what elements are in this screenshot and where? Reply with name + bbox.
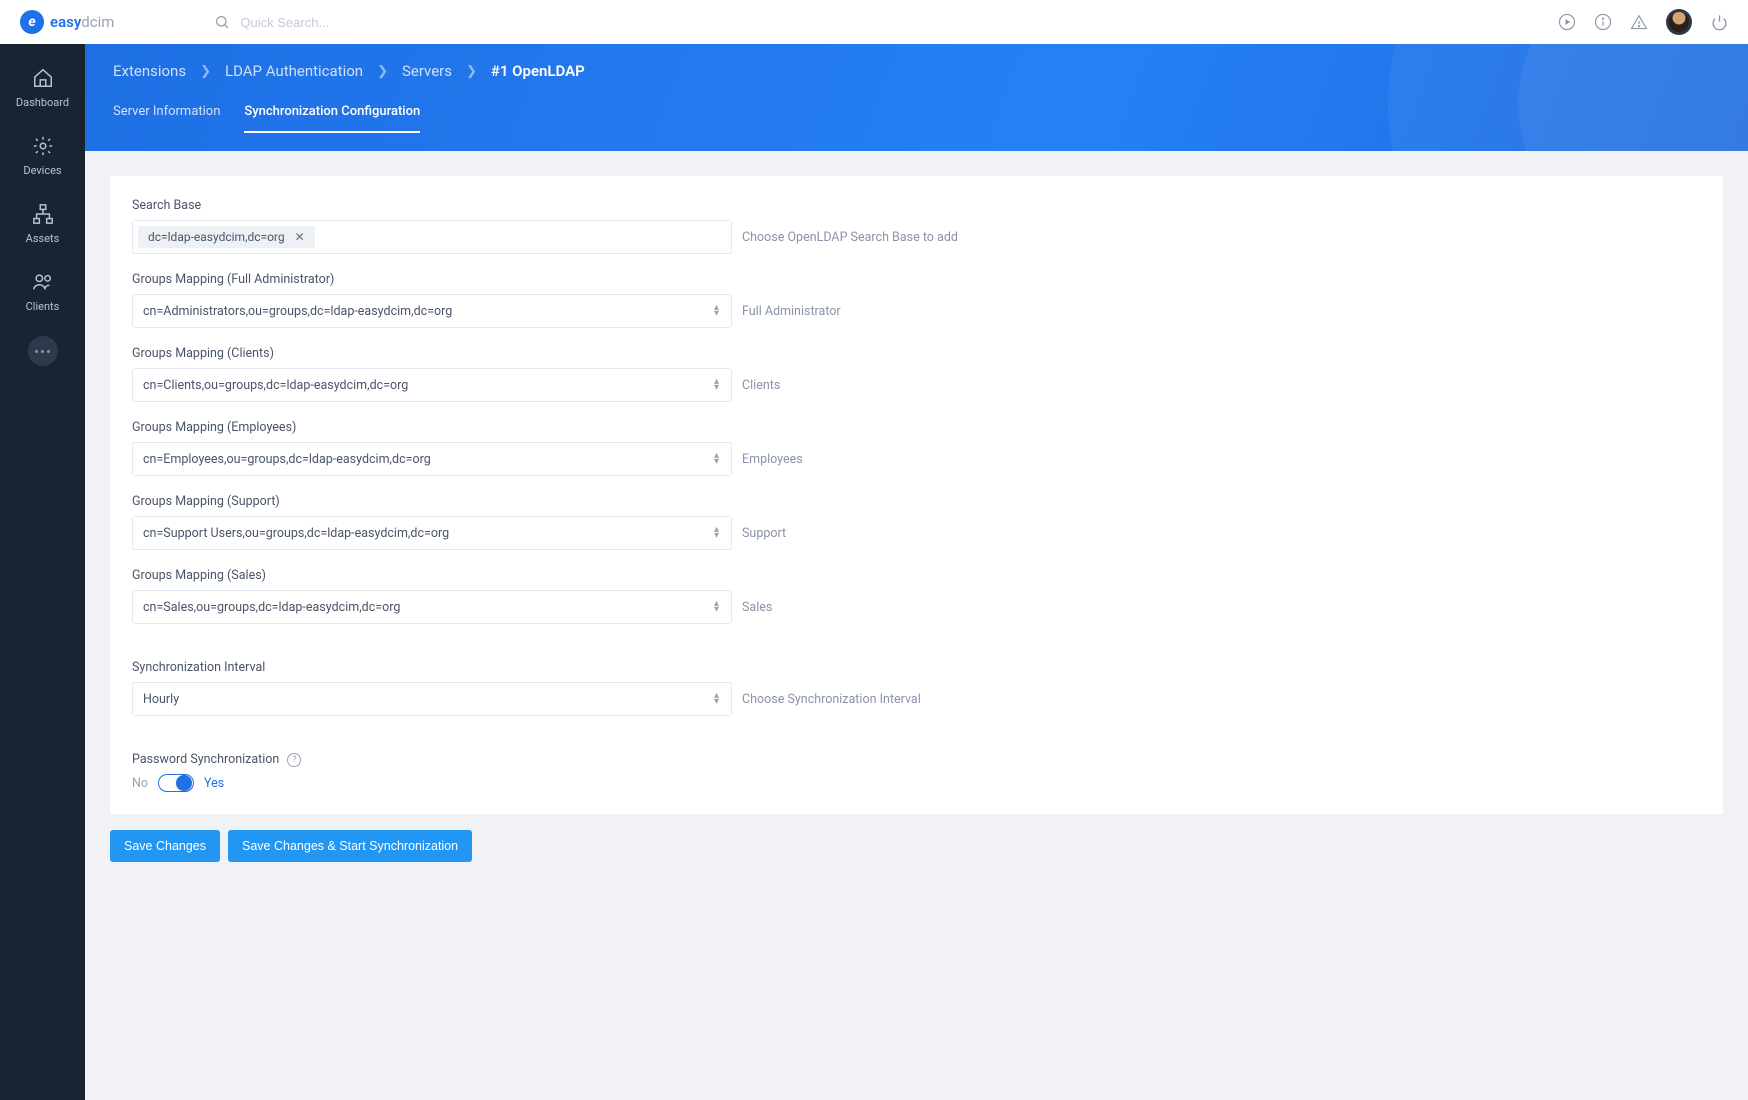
group-mapping-help: Employees [742,452,803,476]
sidebar-item-label: Devices [23,164,61,177]
gear-icon [32,135,54,157]
tab-server-information[interactable]: Server Information [113,104,220,133]
interval-label: Synchronization Interval [132,660,732,675]
caret-icon [714,601,719,613]
form-panel: Search Base dc=ldap-easydcim,dc=org ✕ Ch… [110,176,1723,814]
group-mapping-select[interactable]: cn=Administrators,ou=groups,dc=ldap-easy… [132,294,732,328]
search-wrap [214,14,540,30]
topbar: e easydcim [0,0,1748,44]
save-button[interactable]: Save Changes [110,830,220,862]
page-header: Extensions ❯ LDAP Authentication ❯ Serve… [85,44,1748,151]
tag-text: dc=ldap-easydcim,dc=org [148,230,285,244]
sidebar-item-devices[interactable]: Devices [0,122,85,190]
caret-icon [714,693,719,705]
sidebar-item-label: Assets [26,232,60,245]
tab-synchronization-configuration[interactable]: Synchronization Configuration [244,104,420,133]
group-mapping-label: Groups Mapping (Support) [132,494,732,509]
network-icon [32,203,54,225]
caret-icon [714,453,719,465]
content-area: Search Base dc=ldap-easydcim,dc=org ✕ Ch… [85,151,1748,1100]
password-sync-toggle[interactable] [158,774,194,792]
interval-value: Hourly [143,692,179,707]
sidebar-item-label: Clients [26,300,60,313]
logo[interactable]: e easydcim [20,10,114,34]
group-mapping-help: Full Administrator [742,304,841,328]
group-mapping-label: Groups Mapping (Clients) [132,346,732,361]
group-mapping-select[interactable]: cn=Sales,ou=groups,dc=ldap-easydcim,dc=o… [132,590,732,624]
group-mapping-help: Clients [742,378,780,402]
topbar-actions [1558,9,1728,35]
toggle-no-label: No [132,776,148,791]
search-base-label: Search Base [132,198,732,213]
group-mapping-value: cn=Employees,ou=groups,dc=ldap-easydcim,… [143,452,431,467]
users-icon [32,271,54,293]
caret-icon [714,527,719,539]
breadcrumb-item[interactable]: Extensions [113,62,186,80]
logo-icon: e [20,10,44,34]
sidebar-item-label: Dashboard [16,96,69,109]
group-mapping-value: cn=Administrators,ou=groups,dc=ldap-easy… [143,304,452,319]
save-sync-button[interactable]: Save Changes & Start Synchronization [228,830,472,862]
breadcrumb-current: #1 OpenLDAP [491,62,585,80]
sidebar: Dashboard Devices Assets Clients [0,44,85,1100]
footer-actions: Save Changes Save Changes & Start Synchr… [110,814,1723,882]
search-icon [214,14,230,30]
power-icon[interactable] [1710,13,1728,31]
group-mapping-label: Groups Mapping (Employees) [132,420,732,435]
breadcrumb: Extensions ❯ LDAP Authentication ❯ Serve… [85,44,1748,80]
chevron-right-icon: ❯ [466,64,477,79]
caret-icon [714,379,719,391]
search-base-help: Choose OpenLDAP Search Base to add [742,230,958,254]
info-icon[interactable] [1594,13,1612,31]
tabs: Server Information Synchronization Confi… [85,80,1748,133]
interval-select[interactable]: Hourly [132,682,732,716]
sidebar-item-clients[interactable]: Clients [0,258,85,326]
group-mapping-value: cn=Support Users,ou=groups,dc=ldap-easyd… [143,526,449,541]
group-mapping-help: Sales [742,600,772,624]
group-mapping-select[interactable]: cn=Support Users,ou=groups,dc=ldap-easyd… [132,516,732,550]
breadcrumb-item[interactable]: Servers [402,62,452,80]
chevron-right-icon: ❯ [200,64,211,79]
avatar[interactable] [1666,9,1692,35]
toggle-yes-label: Yes [204,776,224,791]
search-base-tag: dc=ldap-easydcim,dc=org ✕ [138,226,315,248]
sidebar-item-dashboard[interactable]: Dashboard [0,54,85,122]
group-mapping-label: Groups Mapping (Full Administrator) [132,272,732,287]
alert-icon[interactable] [1630,13,1648,31]
password-sync-label: Password Synchronization [132,752,279,767]
sidebar-item-assets[interactable]: Assets [0,190,85,258]
sidebar-more[interactable] [28,336,58,366]
home-icon [32,67,54,89]
logo-text: easydcim [50,13,114,31]
group-mapping-select[interactable]: cn=Employees,ou=groups,dc=ldap-easydcim,… [132,442,732,476]
breadcrumb-item[interactable]: LDAP Authentication [225,62,363,80]
search-base-input[interactable]: dc=ldap-easydcim,dc=org ✕ [132,220,732,254]
group-mapping-help: Support [742,526,786,550]
caret-icon [714,305,719,317]
chevron-right-icon: ❯ [377,64,388,79]
toggle-knob [176,775,192,791]
play-icon[interactable] [1558,13,1576,31]
search-input[interactable] [240,15,540,30]
group-mapping-value: cn=Clients,ou=groups,dc=ldap-easydcim,dc… [143,378,408,393]
interval-help: Choose Synchronization Interval [742,692,921,716]
help-icon[interactable]: ? [287,753,301,767]
group-mapping-select[interactable]: cn=Clients,ou=groups,dc=ldap-easydcim,dc… [132,368,732,402]
group-mapping-value: cn=Sales,ou=groups,dc=ldap-easydcim,dc=o… [143,600,400,615]
group-mapping-label: Groups Mapping (Sales) [132,568,732,583]
tag-remove-icon[interactable]: ✕ [295,230,305,244]
